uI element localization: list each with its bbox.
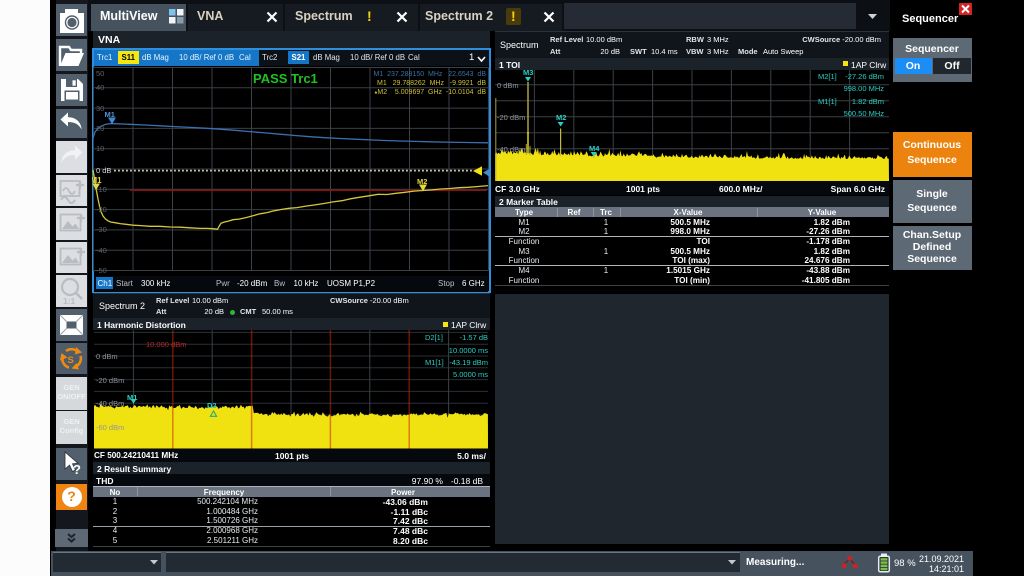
- svg-text:S: S: [68, 355, 74, 366]
- svg-text:?: ?: [73, 462, 81, 477]
- svg-text:M1: M1: [92, 176, 102, 185]
- svg-text:1:1: 1:1: [63, 296, 76, 306]
